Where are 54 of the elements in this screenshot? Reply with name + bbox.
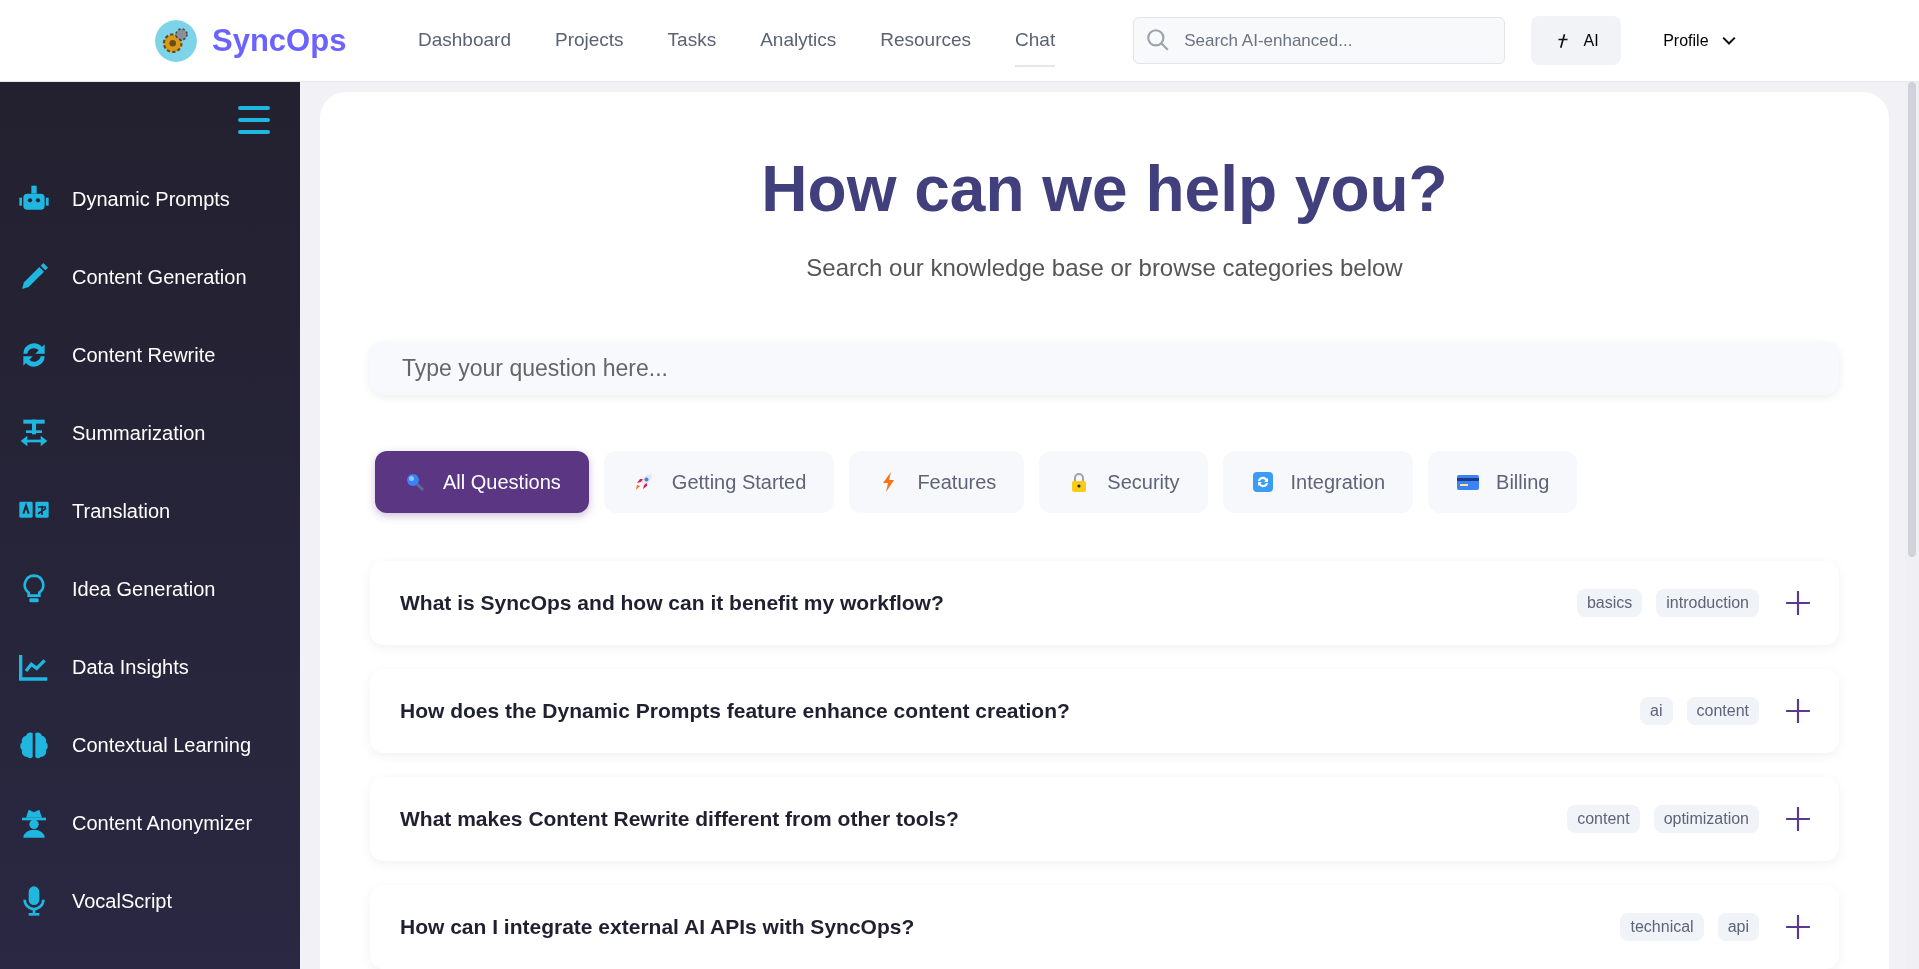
faq-question: What makes Content Rewrite different from other tools? [400, 807, 960, 831]
faq-item[interactable]: How can I integrate external AI APIs with SyncOps? technical api [370, 885, 1839, 969]
plus-icon[interactable] [1785, 914, 1811, 940]
sidebar-item[interactable]: Content Generation [18, 238, 300, 316]
topic-tag: basics [1576, 589, 1643, 617]
plus-icon[interactable] [1785, 590, 1811, 616]
sidebar-item[interactable]: Data Insights [18, 628, 300, 706]
faq-question: How can I integrate external AI APIs with SyncOps? [400, 915, 916, 939]
category-tab[interactable]: Billing [1428, 451, 1578, 513]
sidebar-item[interactable]: Dynamic Prompts [18, 160, 300, 238]
category-tab[interactable]: Getting Started [603, 451, 835, 513]
scroll-thumb[interactable] [1908, 82, 1916, 557]
nav-link[interactable]: Analytics [760, 14, 837, 67]
sidebar-item[interactable]: Translation [18, 472, 300, 550]
nav-link[interactable]: Dashboard [418, 14, 511, 67]
sidebar-item[interactable]: Idea Generation [18, 550, 300, 628]
search-field[interactable]: Search AI-enhanced... [1133, 17, 1506, 64]
faq-item[interactable]: How does the Dynamic Prompts feature enhance content creation? ai content [370, 669, 1839, 753]
page-subtitle: Search our knowledge base or browse categories below [806, 254, 1403, 282]
menu-icon[interactable] [238, 106, 270, 134]
faq-question: What is SyncOps and how can it benefit my workflow? [400, 591, 945, 615]
sidebar-item[interactable]: Summarization [18, 394, 300, 472]
sidebar-item[interactable]: Content Rewrite [18, 316, 300, 394]
faq-item[interactable]: What makes Content Rewrite different from other tools? content optimization [370, 777, 1839, 861]
topic-tag: optimization [1653, 805, 1759, 833]
page-title: How can we help you? [761, 152, 1448, 226]
gear-logo-icon [154, 18, 198, 63]
sidebar-item[interactable]: VocalScript [18, 862, 300, 940]
category-tab[interactable]: Security [1039, 451, 1208, 513]
nav-link[interactable]: Chat [1015, 14, 1056, 67]
refresh-square-icon [1250, 470, 1275, 494]
topic-tag: content [1567, 805, 1640, 833]
plus-icon[interactable] [1785, 698, 1811, 724]
brand-name[interactable]: SyncOps [212, 22, 347, 59]
nav-link[interactable]: Resources [880, 14, 972, 67]
profile-menu[interactable]: Profile [1657, 29, 1745, 52]
text-arrows-icon [18, 417, 50, 449]
plus-icon[interactable] [1785, 806, 1811, 832]
sidebar-item[interactable]: Content Anonymizer [18, 784, 300, 862]
nav-link[interactable]: Projects [554, 14, 624, 67]
category-tab[interactable]: Features [849, 451, 1025, 513]
topic-tag: introduction [1656, 589, 1759, 617]
faq-item[interactable]: What is SyncOps and how can it benefit my workflow? basics introduction [370, 561, 1839, 645]
nav-link[interactable]: Tasks [667, 14, 717, 67]
ai-button[interactable]: AI [1531, 16, 1622, 65]
faq-question: How does the Dynamic Prompts feature enhance content creation? [400, 699, 1071, 723]
category-tab[interactable]: Integration [1222, 451, 1414, 513]
category-tab[interactable]: All Questions [375, 451, 589, 513]
sidebar-item[interactable]: Contextual Learning [18, 706, 300, 784]
topic-tag: technical [1620, 913, 1704, 941]
topic-tag: ai [1640, 697, 1673, 725]
topic-tag: api [1717, 913, 1759, 941]
question-field[interactable]: Type your question here... [370, 342, 1839, 395]
topic-tag: content [1686, 697, 1759, 725]
